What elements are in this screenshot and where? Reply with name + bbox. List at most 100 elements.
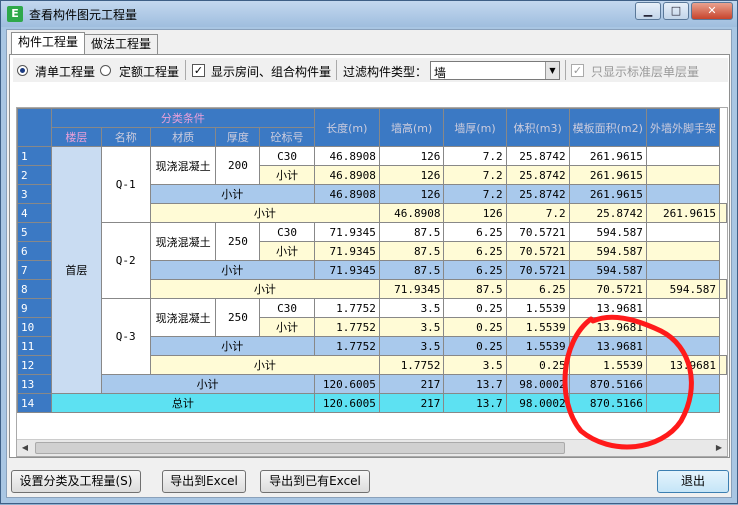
value-cell[interactable]: 1.5539 bbox=[505, 336, 570, 356]
value-cell[interactable]: 261.9615 bbox=[568, 165, 647, 185]
subtotal-label[interactable]: 小计 bbox=[149, 355, 380, 375]
table-row[interactable]: 13 小计 120.6005 217 13.7 98.0002 870.5166 bbox=[17, 374, 727, 394]
material-cell[interactable]: 现浇混凝土 bbox=[149, 222, 217, 261]
value-cell[interactable]: 70.5721 bbox=[505, 260, 570, 280]
value-cell[interactable]: 6.25 bbox=[443, 241, 507, 261]
row-number[interactable]: 7 bbox=[17, 260, 53, 280]
value-cell[interactable]: 6.25 bbox=[505, 279, 570, 299]
col-header-name[interactable]: 名称 bbox=[100, 127, 151, 147]
row-number[interactable]: 5 bbox=[17, 222, 53, 242]
tab-method-quantity[interactable]: 做法工程量 bbox=[84, 34, 159, 54]
value-cell[interactable]: 98.0002 bbox=[505, 393, 570, 413]
value-cell[interactable]: 0.25 bbox=[443, 336, 507, 356]
value-cell[interactable]: 594.587 bbox=[645, 279, 721, 299]
value-cell[interactable]: 261.9615 bbox=[568, 146, 647, 166]
value-cell[interactable]: 217 bbox=[378, 374, 445, 394]
value-cell[interactable]: 46.8908 bbox=[313, 165, 380, 185]
value-cell[interactable]: 87.5 bbox=[378, 260, 445, 280]
value-cell[interactable]: 70.5721 bbox=[568, 279, 647, 299]
value-cell[interactable]: 1.5539 bbox=[505, 298, 570, 318]
value-cell[interactable]: 261.9615 bbox=[645, 203, 721, 223]
row-number[interactable]: 9 bbox=[17, 298, 53, 318]
grade-cell[interactable]: C30 bbox=[259, 146, 315, 166]
table-row[interactable]: 1 首层 Q-1 现浇混凝土 200 C30 46.8908 126 7.2 25.8742 261… bbox=[17, 146, 727, 394]
col-header-material[interactable]: 材质 bbox=[149, 127, 217, 147]
value-cell[interactable]: 6.25 bbox=[443, 260, 507, 280]
show-rooms-checkbox[interactable]: ✓ bbox=[192, 64, 205, 77]
col-header-scaffold[interactable]: 外墙外脚手架 bbox=[645, 108, 721, 147]
row-number[interactable]: 11 bbox=[17, 336, 53, 356]
value-cell[interactable]: 217 bbox=[378, 393, 445, 413]
value-cell[interactable]: 1.7752 bbox=[313, 298, 380, 318]
value-cell[interactable]: 46.8908 bbox=[313, 146, 380, 166]
col-header-wall-height[interactable]: 墙高(m) bbox=[378, 108, 445, 147]
value-cell[interactable]: 0.25 bbox=[443, 317, 507, 337]
value-cell[interactable]: 71.9345 bbox=[378, 279, 445, 299]
scaffold-cell[interactable] bbox=[645, 317, 721, 337]
value-cell[interactable]: 87.5 bbox=[443, 279, 507, 299]
value-cell[interactable]: 87.5 bbox=[378, 241, 445, 261]
value-cell[interactable]: 25.8742 bbox=[568, 203, 647, 223]
subtotal-label[interactable]: 小计 bbox=[149, 184, 315, 204]
set-classification-button[interactable]: 设置分类及工程量(S) bbox=[11, 470, 141, 493]
col-header-thickness[interactable]: 厚度 bbox=[215, 127, 261, 147]
scroll-thumb[interactable] bbox=[35, 442, 565, 454]
value-cell[interactable]: 25.8742 bbox=[505, 146, 570, 166]
col-header-wall-thickness[interactable]: 墙厚(m) bbox=[443, 108, 507, 147]
grade-cell[interactable]: C30 bbox=[259, 222, 315, 242]
title-bar[interactable]: E 查看构件图元工程量 ▁ □ ✕ bbox=[1, 1, 737, 27]
value-cell[interactable]: 25.8742 bbox=[505, 165, 570, 185]
scaffold-cell[interactable] bbox=[645, 374, 721, 394]
row-number[interactable]: 1 bbox=[17, 146, 53, 166]
value-cell[interactable]: 3.5 bbox=[378, 336, 445, 356]
value-cell[interactable]: 3.5 bbox=[378, 317, 445, 337]
value-cell[interactable]: 0.25 bbox=[505, 355, 570, 375]
value-cell[interactable]: 87.5 bbox=[378, 222, 445, 242]
thickness-cell[interactable]: 250 bbox=[215, 298, 261, 337]
total-label[interactable]: 总计 bbox=[51, 393, 315, 413]
value-cell[interactable]: 13.9681 bbox=[568, 336, 647, 356]
value-cell[interactable]: 870.5166 bbox=[568, 374, 647, 394]
export-excel-button[interactable]: 导出到Excel bbox=[162, 470, 246, 493]
value-cell[interactable]: 594.587 bbox=[568, 241, 647, 261]
value-cell[interactable]: 7.2 bbox=[443, 184, 507, 204]
row-number[interactable]: 3 bbox=[17, 184, 53, 204]
value-cell[interactable]: 25.8742 bbox=[505, 184, 570, 204]
value-cell[interactable]: 594.587 bbox=[568, 222, 647, 242]
floor-cell[interactable]: 首层 bbox=[51, 146, 102, 394]
horizontal-scrollbar[interactable]: ◀ ▶ bbox=[17, 439, 727, 456]
value-cell[interactable]: 70.5721 bbox=[505, 222, 570, 242]
scaffold-cell[interactable] bbox=[719, 279, 727, 299]
scaffold-cell[interactable] bbox=[645, 241, 721, 261]
value-cell[interactable]: 126 bbox=[378, 165, 445, 185]
value-cell[interactable]: 13.9681 bbox=[645, 355, 721, 375]
row-number[interactable]: 12 bbox=[17, 355, 53, 375]
radio-quota-label[interactable]: 定额工程量 bbox=[119, 63, 179, 80]
table-row[interactable]: 5 Q-2 现浇混凝土 250 C30 71.9345 87.5 6.25 70.5721 594… bbox=[17, 222, 727, 299]
value-cell[interactable]: 126 bbox=[378, 146, 445, 166]
value-cell[interactable]: 13.9681 bbox=[568, 298, 647, 318]
row-number[interactable]: 2 bbox=[17, 165, 53, 185]
value-cell[interactable]: 120.6005 bbox=[313, 393, 380, 413]
material-cell[interactable]: 现浇混凝土 bbox=[149, 298, 217, 337]
value-cell[interactable]: 7.2 bbox=[505, 203, 570, 223]
scaffold-cell[interactable] bbox=[719, 355, 727, 375]
value-cell[interactable]: 870.5166 bbox=[568, 393, 647, 413]
chevron-down-icon[interactable]: ▼ bbox=[545, 62, 559, 79]
export-existing-excel-button[interactable]: 导出到已有Excel bbox=[260, 470, 370, 493]
subtotal-label[interactable]: 小计 bbox=[149, 336, 315, 356]
row-number[interactable]: 14 bbox=[17, 393, 53, 413]
scaffold-cell[interactable] bbox=[645, 165, 721, 185]
scroll-right-icon[interactable]: ▶ bbox=[711, 440, 727, 456]
col-header-grade[interactable]: 砼标号 bbox=[259, 127, 315, 147]
row-number[interactable]: 10 bbox=[17, 317, 53, 337]
value-cell[interactable]: 126 bbox=[378, 184, 445, 204]
subtotal-label[interactable]: 小计 bbox=[259, 165, 315, 185]
scaffold-cell[interactable] bbox=[645, 298, 721, 318]
subtotal-label[interactable]: 小计 bbox=[100, 374, 315, 394]
value-cell[interactable]: 13.7 bbox=[443, 374, 507, 394]
col-header-formwork-area[interactable]: 模板面积(m2) bbox=[568, 108, 647, 147]
radio-list-quantity[interactable] bbox=[17, 65, 28, 76]
value-cell[interactable]: 0.25 bbox=[443, 298, 507, 318]
radio-list-label[interactable]: 清单工程量 bbox=[35, 63, 95, 80]
